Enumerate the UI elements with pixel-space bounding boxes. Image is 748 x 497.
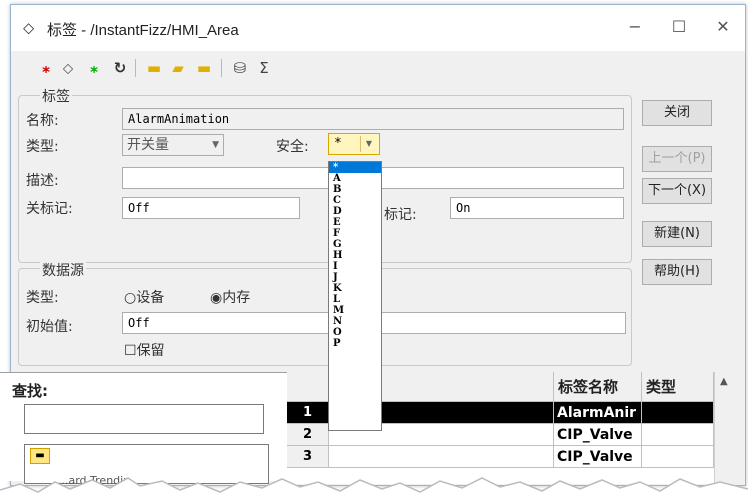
memory-option-label: 内存 xyxy=(222,290,251,306)
security-value: * xyxy=(334,136,342,151)
name-label: 名称: xyxy=(26,113,59,129)
tag-type-cell[interactable] xyxy=(642,446,714,468)
source-type-label: 类型: xyxy=(26,290,59,306)
device-option-label: 设备 xyxy=(136,290,165,306)
tag-icon: ⬦ xyxy=(23,18,35,37)
security-option[interactable]: * xyxy=(329,162,381,173)
tag-name-cell[interactable]: CIP_Valve xyxy=(554,424,642,446)
grid-header-name[interactable]: 标签名称 xyxy=(554,372,642,402)
type-value: 开关量 xyxy=(127,137,169,153)
chevron-down-icon[interactable]: ▼ xyxy=(360,136,377,152)
tag-name-cell[interactable]: CIP_Valve xyxy=(554,446,642,468)
folder-icon[interactable]: ▬ xyxy=(30,448,50,464)
on-label: 标记: xyxy=(384,207,417,223)
security-option[interactable]: C xyxy=(329,195,381,206)
row-number[interactable]: 3 xyxy=(287,446,329,468)
security-option[interactable]: F xyxy=(329,228,381,239)
row-number[interactable]: 2 xyxy=(287,424,329,446)
security-option[interactable]: E xyxy=(329,217,381,228)
sum-icon[interactable]: Σ xyxy=(253,57,275,79)
tag-type-cell[interactable] xyxy=(642,424,714,446)
security-dropdown[interactable]: * A B C D E F G H I J K L M N O P xyxy=(328,161,382,431)
on-label-field[interactable]: On xyxy=(450,197,624,219)
add-folder-icon[interactable]: ▬ xyxy=(193,57,215,79)
tag-type-cell[interactable] xyxy=(642,402,714,424)
title-bar: ⬦ 标签 - /InstantFizz/HMI_Area − ☐ ✕ xyxy=(11,5,745,51)
minimize-button[interactable]: − xyxy=(615,13,655,41)
grid-corner xyxy=(287,372,329,402)
memory-radio[interactable]: ◉内存 xyxy=(210,287,250,307)
security-option[interactable]: B xyxy=(329,184,381,195)
close-window-button[interactable]: ✕ xyxy=(703,13,743,41)
type-select[interactable]: 开关量 ▼ xyxy=(122,134,224,156)
toolbar: ⁎ ⬦ ⁎ ↻ ▬ ▰ ▬ ⛁ Σ xyxy=(11,51,745,85)
help-button[interactable]: 帮助(H) xyxy=(642,259,712,285)
database-icon[interactable]: ⛁ xyxy=(229,57,251,79)
maximize-button[interactable]: ☐ xyxy=(659,13,699,41)
window-title: 标签 - /InstantFizz/HMI_Area xyxy=(47,22,239,39)
device-radio[interactable]: ○设备 xyxy=(124,287,164,307)
tag-name-cell[interactable]: AlarmAnir xyxy=(554,402,642,424)
tag-group-title: 标签 xyxy=(40,86,72,106)
security-label: 安全: xyxy=(276,139,309,155)
off-label-field[interactable]: Off xyxy=(122,197,300,219)
off-label: 关标记: xyxy=(26,201,73,217)
tag-icon[interactable]: ⬦ xyxy=(57,57,79,79)
open-folder-icon[interactable]: ▰ xyxy=(167,57,189,79)
retain-checkbox[interactable]: ☐保留 xyxy=(124,340,165,360)
toolbar-separator xyxy=(135,59,136,77)
chevron-up-icon[interactable]: ▲ xyxy=(720,376,728,387)
security-option[interactable]: J xyxy=(329,272,381,283)
security-option[interactable]: K xyxy=(329,283,381,294)
row-number[interactable]: 1 xyxy=(287,402,329,424)
security-option[interactable]: P xyxy=(329,338,381,349)
security-option[interactable]: G xyxy=(329,239,381,250)
security-option[interactable]: H xyxy=(329,250,381,261)
type-label: 类型: xyxy=(26,139,59,155)
new-folder-icon[interactable]: ▬ xyxy=(143,57,165,79)
new-tag-icon[interactable]: ⁎ xyxy=(35,57,57,79)
description-label: 描述: xyxy=(26,173,59,189)
name-field[interactable]: AlarmAnimation xyxy=(122,108,624,130)
security-select[interactable]: * ▼ xyxy=(328,133,380,155)
security-option[interactable]: O xyxy=(329,327,381,338)
refresh-icon[interactable]: ↻ xyxy=(109,57,131,79)
chevron-down-icon: ▼ xyxy=(212,140,219,150)
security-option[interactable]: I xyxy=(329,261,381,272)
data-source-title: 数据源 xyxy=(40,260,86,280)
security-option[interactable]: A xyxy=(329,173,381,184)
security-option[interactable]: M xyxy=(329,305,381,316)
torn-edge-decoration xyxy=(0,477,748,497)
close-button[interactable]: 关闭 xyxy=(642,100,712,126)
security-option[interactable]: D xyxy=(329,206,381,217)
security-option[interactable]: N xyxy=(329,316,381,327)
grid-scrollbar[interactable]: ▲ xyxy=(714,372,735,484)
security-option[interactable]: L xyxy=(329,294,381,305)
toolbar-separator xyxy=(221,59,222,77)
search-input[interactable] xyxy=(24,404,264,434)
search-label: 查找: xyxy=(12,382,48,400)
new-folder-tag-icon[interactable]: ⁎ xyxy=(83,57,105,79)
new-button[interactable]: 新建(N) xyxy=(642,221,712,247)
previous-button[interactable]: 上一个(P) xyxy=(642,146,712,172)
retain-label: 保留 xyxy=(136,343,165,359)
next-button[interactable]: 下一个(X) xyxy=(642,178,712,204)
table-cell[interactable] xyxy=(329,446,554,468)
grid-header-type[interactable]: 类型 xyxy=(642,372,714,402)
initial-value-label: 初始值: xyxy=(26,319,73,335)
